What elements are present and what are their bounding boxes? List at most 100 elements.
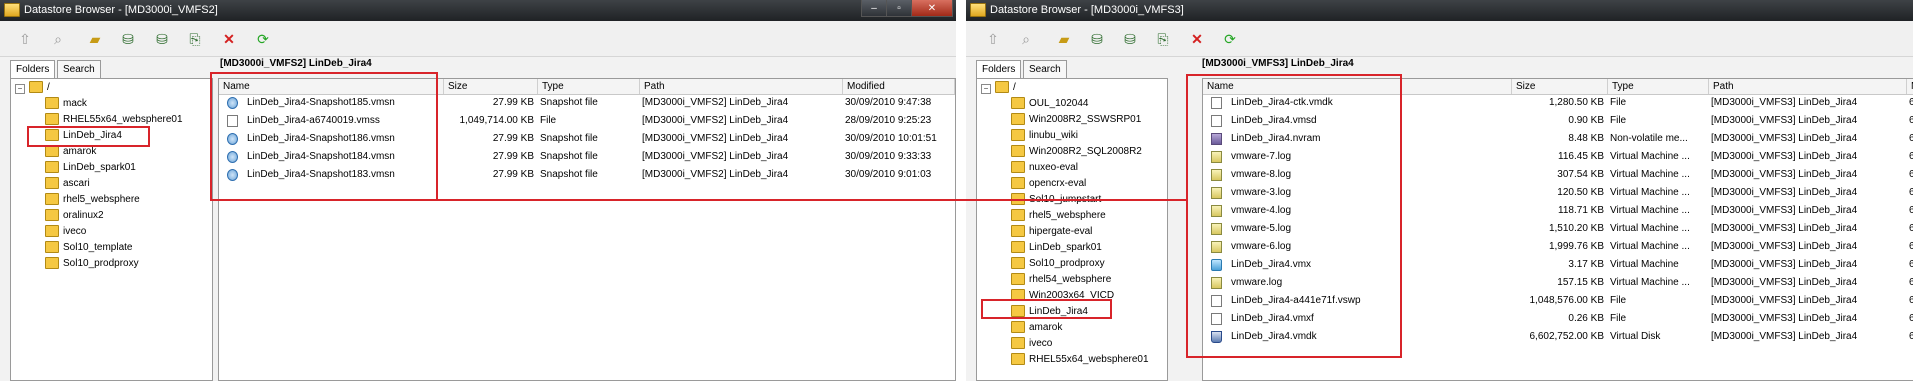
table-row[interactable]: LinDeb_Jira4-Snapshot185.vmsn 27.99 KB Sna… <box>219 95 955 111</box>
new-folder-icon[interactable]: ▰ <box>1056 31 1072 47</box>
tree-item[interactable]: LinDeb_spark01 <box>1011 241 1102 255</box>
tree-item[interactable]: Sol10_template <box>45 241 133 255</box>
tree-item[interactable]: iveco <box>1011 337 1052 351</box>
tree-item[interactable]: rhel54_websphere <box>1011 273 1111 287</box>
upload-icon[interactable]: ⛁ <box>1089 31 1105 47</box>
table-row[interactable]: LinDeb_Jira4-ctk.vmdk 1,280.50 KB File [MD3… <box>1203 95 1913 111</box>
column-header-name[interactable]: Name <box>219 79 444 94</box>
column-header-type[interactable]: Type <box>1608 79 1709 94</box>
move-icon[interactable]: ⎘ <box>187 31 203 47</box>
folder-icon <box>1011 353 1025 366</box>
column-header-modified[interactable]: Modified <box>843 79 955 94</box>
tree-item[interactable]: LinDeb_Jira4 <box>45 129 122 143</box>
table-row[interactable]: vmware-8.log 307.54 KB Virtual Machine ...… <box>1203 167 1913 183</box>
cell-type: Snapshot file <box>540 97 598 108</box>
tree-item[interactable]: Sol10_prodproxy <box>45 257 139 271</box>
browse-icon[interactable]: ⌕ <box>50 31 66 47</box>
tree-item[interactable]: oralinux2 <box>45 209 104 223</box>
tree-item[interactable]: nuxeo-eval <box>1011 161 1078 175</box>
table-row[interactable]: LinDeb_Jira4-Snapshot183.vmsn 27.99 KB Sna… <box>219 167 955 183</box>
cell-name: vmware-6.log <box>1231 241 1292 252</box>
upload-icon[interactable]: ⛁ <box>120 31 136 47</box>
table-row[interactable]: vmware-3.log 120.50 KB Virtual Machine ...… <box>1203 185 1913 201</box>
maximize-button[interactable]: ▫ <box>886 0 912 17</box>
cell-size: 1,280.50 KB <box>1548 97 1604 108</box>
tree-item[interactable]: Win2008R2_SQL2008R2 <box>1011 145 1142 159</box>
snapshot-icon <box>227 97 238 109</box>
cell-modified: 28/09/2010 9:25:23 <box>845 115 932 126</box>
download-icon[interactable]: ⛁ <box>154 31 170 47</box>
tree-item[interactable]: Sol10_prodproxy <box>1011 257 1105 271</box>
tree-item[interactable]: rhel5_websphere <box>45 193 140 207</box>
download-icon[interactable]: ⛁ <box>1122 31 1138 47</box>
up-folder-icon[interactable]: ⇧ <box>17 31 33 47</box>
title-bar[interactable]: Datastore Browser - [MD3000i_VMFS2] – ▫ … <box>0 0 956 21</box>
tree-item[interactable]: mack <box>45 97 87 111</box>
collapse-icon[interactable]: − <box>15 84 25 94</box>
tree-item[interactable]: ascari <box>45 177 90 191</box>
tree-item[interactable]: RHEL55x64_websphere01 <box>45 113 183 127</box>
tree-item-root[interactable]: − / <box>981 81 1016 95</box>
table-row[interactable]: LinDeb_Jira4.vmsd 0.90 KB File [MD3000i_VMF… <box>1203 113 1913 129</box>
tree-item[interactable]: LinDeb_Jira4 <box>1011 305 1088 319</box>
folder-icon <box>45 209 59 222</box>
column-header-modified[interactable]: Modified <box>1907 79 1913 94</box>
refresh-icon[interactable]: ⟳ <box>255 31 271 47</box>
tree-item[interactable]: OUL_102044 <box>1011 97 1089 111</box>
table-row[interactable]: LinDeb_Jira4.vmx 3.17 KB Virtual Machine [M… <box>1203 257 1913 273</box>
tree-item[interactable]: rhel5_websphere <box>1011 209 1106 223</box>
table-row[interactable]: vmware.log 157.15 KB Virtual Machine ... [M… <box>1203 275 1913 291</box>
tree-item[interactable]: Win2008R2_SSWSRP01 <box>1011 113 1141 127</box>
move-icon[interactable]: ⎘ <box>1155 31 1171 47</box>
tree-item[interactable]: linubu_wiki <box>1011 129 1078 143</box>
delete-icon[interactable]: ✕ <box>1189 31 1205 47</box>
log-icon <box>1211 277 1222 289</box>
table-row[interactable]: LinDeb_Jira4-Snapshot184.vmsn 27.99 KB Sna… <box>219 149 955 165</box>
column-header-path[interactable]: Path <box>640 79 843 94</box>
table-row[interactable]: LinDeb_Jira4.nvram 8.48 KB Non-volatile me… <box>1203 131 1913 147</box>
tree-item[interactable]: amarok <box>1011 321 1062 335</box>
cell-name: LinDeb_Jira4-ctk.vmdk <box>1231 97 1333 108</box>
column-header-path[interactable]: Path <box>1709 79 1907 94</box>
column-header-name[interactable]: Name <box>1203 79 1512 94</box>
tree-item[interactable]: opencrx-eval <box>1011 177 1086 191</box>
table-row[interactable]: LinDeb_Jira4.vmxf 0.26 KB File [MD3000i_VMF… <box>1203 311 1913 327</box>
table-row[interactable]: vmware-7.log 116.45 KB Virtual Machine ...… <box>1203 149 1913 165</box>
column-header-size[interactable]: Size <box>444 79 538 94</box>
tree-item-root[interactable]: − / <box>15 81 50 95</box>
title-bar[interactable]: Datastore Browser - [MD3000i_VMFS3] <box>966 0 1913 21</box>
tree-item[interactable]: LinDeb_spark01 <box>45 161 136 175</box>
browse-icon[interactable]: ⌕ <box>1018 31 1034 47</box>
new-folder-icon[interactable]: ▰ <box>87 31 103 47</box>
table-row[interactable]: vmware-5.log 1,510.20 KB Virtual Machine .… <box>1203 221 1913 237</box>
column-header-size[interactable]: Size <box>1512 79 1608 94</box>
table-row[interactable]: LinDeb_Jira4-a441e71f.vswp 1,048,576.00 K… <box>1203 293 1913 309</box>
tab-search[interactable]: Search <box>57 60 101 78</box>
refresh-icon[interactable]: ⟳ <box>1222 31 1238 47</box>
tab-folders[interactable]: Folders <box>10 60 56 79</box>
delete-icon[interactable]: ✕ <box>221 31 237 47</box>
table-row[interactable]: LinDeb_Jira4.vmdk 6,602,752.00 KB Virtual … <box>1203 329 1913 345</box>
tree-item[interactable]: amarok <box>45 145 96 159</box>
tree-item[interactable]: Win2003x64_VICD <box>1011 289 1114 303</box>
window-title: Datastore Browser - [MD3000i_VMFS3] <box>990 4 1184 16</box>
file-icon <box>1211 115 1222 127</box>
table-row[interactable]: LinDeb_Jira4-Snapshot186.vmsn 27.99 KB Sna… <box>219 131 955 147</box>
table-row[interactable]: vmware-4.log 118.71 KB Virtual Machine ...… <box>1203 203 1913 219</box>
collapse-icon[interactable]: − <box>981 84 991 94</box>
up-folder-icon[interactable]: ⇧ <box>985 31 1001 47</box>
cell-name: vmware-5.log <box>1231 223 1292 234</box>
close-button[interactable]: ✕ <box>911 0 953 17</box>
table-row[interactable]: vmware-6.log 1,999.76 KB Virtual Machine .… <box>1203 239 1913 255</box>
minimize-button[interactable]: – <box>861 0 887 17</box>
cell-modified: 6/10/2010 12:57:23 I <box>1909 293 1913 309</box>
tab-folders[interactable]: Folders <box>976 60 1022 79</box>
column-header-type[interactable]: Type <box>538 79 640 94</box>
table-row[interactable]: LinDeb_Jira4-a6740019.vmss 1,049,714.00 K… <box>219 113 955 129</box>
cell-size: 1,049,714.00 KB <box>459 115 534 126</box>
tab-search[interactable]: Search <box>1023 60 1067 78</box>
tree-item[interactable]: hipergate-eval <box>1011 225 1092 239</box>
cell-path: [MD3000i_VMFS3] LinDeb_Jira4 <box>1711 259 1858 270</box>
tree-item[interactable]: RHEL55x64_websphere01 <box>1011 353 1149 367</box>
tree-item[interactable]: iveco <box>45 225 86 239</box>
